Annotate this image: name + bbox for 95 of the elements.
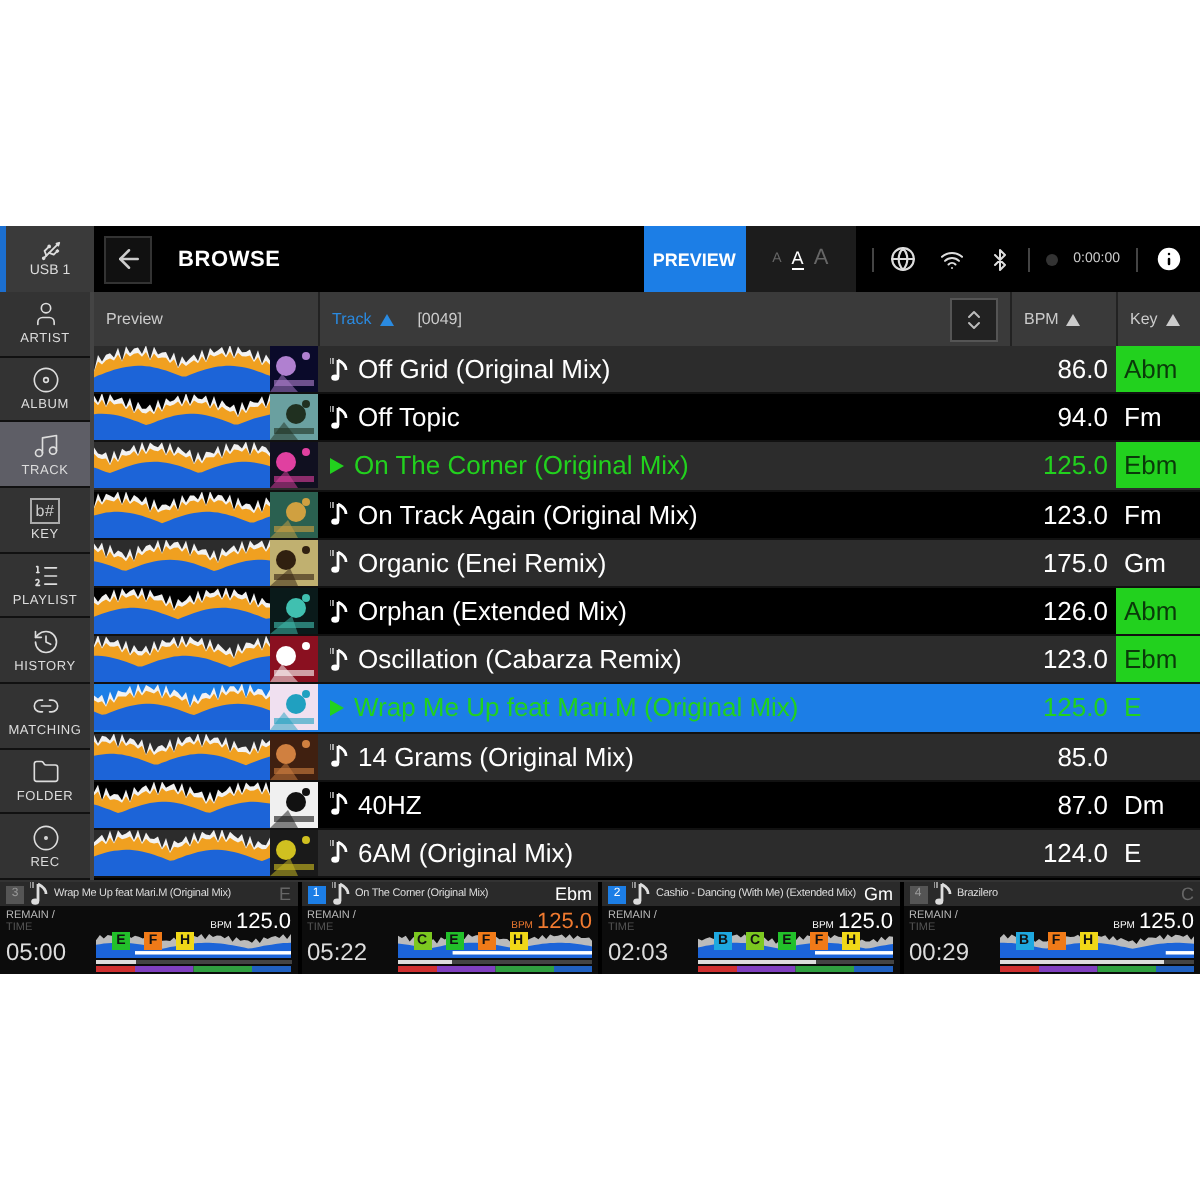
key-cell: Abm (1116, 346, 1200, 393)
deck-bpm: 125.0 (235, 910, 291, 934)
track-title: On Track Again (Original Mix) (358, 499, 698, 530)
usb-icon (39, 240, 61, 262)
music-note-icon (330, 744, 348, 769)
music-note-icon (331, 882, 349, 906)
bpm-cell-text: 125.0 (1040, 450, 1110, 481)
deck-key: Gm (864, 884, 893, 904)
back-icon (113, 244, 143, 274)
play-icon (330, 457, 344, 474)
bpm-cell-text: 87.0 (1055, 789, 1110, 820)
person-icon (31, 300, 59, 329)
music-note-icon (31, 431, 59, 460)
key-cell-text: Dm (1122, 787, 1167, 824)
column-header[interactable]: BPM (1024, 310, 1059, 328)
deck-key: Ebm (554, 884, 592, 904)
column-header[interactable]: Key (1130, 310, 1158, 328)
bpm-cell-text: 94.0 (1055, 402, 1110, 433)
track-row[interactable]: Off Grid (Original Mix) 86.0 Abm (94, 346, 1200, 395)
font-size-button[interactable]: A (791, 248, 804, 270)
track-title: Off Grid (Original Mix) (358, 354, 611, 385)
wifi-icon[interactable] (939, 247, 964, 271)
sort-arrow-icon (1165, 313, 1180, 325)
track-title: Off Topic (358, 402, 460, 433)
music-note-icon (330, 550, 348, 575)
status-dot (1045, 253, 1058, 265)
bpm-cell-text: 123.0 (1040, 499, 1110, 530)
disc-icon (31, 366, 59, 394)
track-row[interactable]: Oscillation (Cabarza Remix) 123.0 Ebm (94, 636, 1200, 685)
track-title: Wrap Me Up feat Mari.M (Original Mix) (354, 692, 799, 723)
key-cell-text: Fm (1122, 497, 1164, 534)
music-note-icon (330, 647, 348, 672)
music-note-icon (330, 792, 348, 817)
screen-title: BROWSE (178, 247, 283, 271)
folder-icon (31, 758, 59, 787)
track-title: 6AM (Original Mix) (358, 837, 574, 868)
key-cell: Abm (1116, 588, 1200, 635)
list-icon (31, 562, 59, 591)
music-note-icon (30, 882, 48, 906)
deck-bpm: 125.0 (1138, 910, 1194, 934)
play-icon (330, 699, 344, 716)
music-note-icon (330, 502, 348, 527)
track-title: Oscillation (Cabarza Remix) (358, 644, 682, 675)
music-note-icon (933, 882, 951, 906)
remaining-time: 00:29 (909, 938, 972, 966)
bpm-cell-text: 86.0 (1055, 354, 1110, 385)
track-row[interactable]: 6AM (Original Mix) 124.0 E (94, 829, 1200, 879)
key-cell-text: E (1122, 690, 1144, 727)
track-row[interactable]: Off Topic 94.0 Fm (94, 394, 1200, 443)
key-cell: Ebm (1116, 636, 1200, 683)
deck-key: E (278, 884, 291, 904)
track-title: 40HZ (358, 789, 422, 820)
track-row[interactable]: Orphan (Extended Mix) 126.0 Abm (94, 587, 1200, 637)
music-note-icon (330, 405, 348, 430)
deck-key: C (1181, 884, 1194, 904)
track-row[interactable]: 14 Grams (Original Mix) 85.0 (94, 733, 1200, 782)
bpm-cell-text: 124.0 (1040, 837, 1110, 868)
track-count: [0049] (417, 310, 462, 328)
key-cell: Ebm (1116, 442, 1200, 489)
remaining-time: 02:03 (608, 938, 671, 966)
deck-bpm: 125.0 (837, 910, 893, 934)
track-row[interactable]: On Track Again (Original Mix) 123.0 Fm (94, 491, 1200, 540)
sort-arrow-icon (1066, 313, 1081, 325)
music-note-icon (330, 357, 348, 382)
track-row[interactable]: Organic (Enei Remix) 175.0 Gm (94, 539, 1200, 588)
key-cell-text: Fm (1122, 400, 1164, 437)
info-icon[interactable] (1154, 244, 1184, 274)
history-icon (31, 627, 59, 656)
preview-button[interactable]: PREVIEW (643, 226, 746, 292)
key-cell-text: E (1122, 835, 1144, 872)
sort-icon (962, 307, 986, 331)
key-cell-text: Gm (1122, 545, 1168, 582)
remaining-time: 05:00 (6, 938, 69, 966)
bpm-cell-text: 125.0 (1040, 692, 1110, 723)
track-title: Organic (Enei Remix) (358, 547, 607, 578)
globe-icon[interactable] (889, 246, 916, 272)
music-note-icon (330, 840, 348, 865)
bpm-cell-text: 175.0 (1040, 547, 1110, 578)
track-title: Orphan (Extended Mix) (358, 596, 627, 627)
track-title: On The Corner (Original Mix) (354, 450, 689, 481)
bpm-cell-text: 123.0 (1040, 644, 1110, 675)
sort-arrow-icon (379, 313, 394, 325)
key-icon: b# (29, 497, 61, 524)
sort-button[interactable] (950, 297, 998, 341)
track-row[interactable]: On The Corner (Original Mix) 125.0 Ebm (94, 442, 1200, 492)
track-title: 14 Grams (Original Mix) (358, 741, 634, 772)
bpm-cell-text: 85.0 (1055, 741, 1110, 772)
record-icon (31, 823, 59, 852)
track-row[interactable]: 40HZ 87.0 Dm (94, 781, 1200, 830)
deck-bpm: 125.0 (536, 910, 592, 934)
bpm-cell-text: 126.0 (1040, 596, 1110, 627)
back-button[interactable] (104, 235, 152, 283)
music-note-icon (632, 882, 650, 906)
remaining-time: 05:22 (307, 938, 370, 966)
music-note-icon (330, 599, 348, 624)
